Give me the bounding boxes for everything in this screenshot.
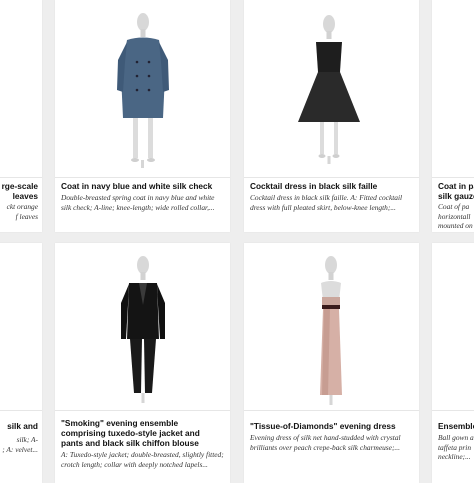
- mannequin-coat-figure: [117, 13, 169, 168]
- card-title: silk and: [7, 421, 38, 431]
- card-description: Ball gown a taffeta prin neckline;...: [438, 433, 474, 462]
- card-description: Evening dress of silk net hand-studded w…: [250, 433, 401, 452]
- card-description: Coat of pa horizontall mounted on: [438, 202, 473, 231]
- collection-card[interactable]: Coat in pa silk gauze Coat of pa horizon…: [432, 0, 474, 232]
- collection-card[interactable]: "Tissue-of-Diamonds" evening dress Eveni…: [244, 243, 419, 483]
- garment-image: [55, 243, 230, 410]
- garment-image: [55, 0, 230, 177]
- card-title: "Tissue-of-Diamonds" evening dress: [250, 421, 396, 431]
- card-description: A: Tuxedo-style jacket; double-breasted,…: [61, 450, 224, 469]
- garment-image: [0, 243, 42, 410]
- collection-card[interactable]: Coat in navy blue and white silk check D…: [55, 0, 230, 232]
- garment-image: [244, 243, 419, 410]
- card-description: Double-breasted spring coat in navy blue…: [61, 193, 215, 212]
- card-title: Cocktail dress in black silk faille: [250, 181, 378, 191]
- mannequin-cocktail-dress-figure: [298, 15, 360, 164]
- card-description: silk; A- ; A: velvet...: [2, 435, 38, 454]
- collection-card[interactable]: rge-scale leaves ckt orange f leaves: [0, 0, 42, 232]
- collection-card[interactable]: silk and silk; A- ; A: velvet...: [0, 243, 42, 483]
- collection-card[interactable]: Cocktail dress in black silk faille Cock…: [244, 0, 419, 232]
- card-title: "Smoking" evening ensemble comprising tu…: [61, 418, 200, 448]
- mannequin-smoking-ensemble-figure: [121, 256, 165, 403]
- garment-image: [0, 0, 42, 177]
- collection-card[interactable]: "Smoking" evening ensemble comprising tu…: [55, 243, 230, 483]
- mannequin-evening-dress-figure: [320, 256, 342, 405]
- garment-image: [432, 0, 474, 177]
- card-title: Coat in navy blue and white silk check: [61, 181, 213, 191]
- card-title: rge-scale leaves: [1, 181, 38, 201]
- card-title: Ensemble: [438, 421, 474, 431]
- card-description: ckt orange f leaves: [6, 202, 38, 221]
- garment-image: [432, 243, 474, 410]
- card-description: Cocktail dress in black silk faille. A: …: [250, 193, 403, 212]
- card-title: Coat in pa silk gauze: [438, 181, 474, 201]
- collection-card[interactable]: Ensemble Ball gown a taffeta prin neckli…: [432, 243, 474, 483]
- garment-image: [244, 0, 419, 177]
